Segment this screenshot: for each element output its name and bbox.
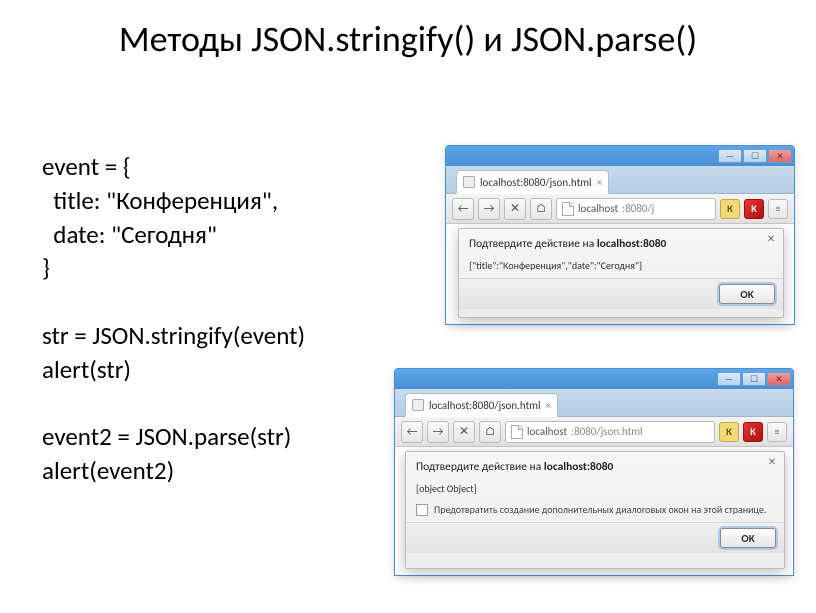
dialog-title: Подтвердите действие на localhost:8080 <box>406 452 784 476</box>
back-button[interactable]: ← <box>401 421 423 443</box>
tab-label: localhost:8080/json.html <box>480 176 592 189</box>
home-button[interactable]: ⌂ <box>530 198 552 220</box>
maximize-button[interactable]: ☐ <box>742 372 766 386</box>
address-bar[interactable]: localhost :8080/j <box>556 198 716 220</box>
tab-label: localhost:8080/json.html <box>429 399 541 412</box>
code-example: event = { title: "Конференция", date: "С… <box>42 150 305 488</box>
kaspersky-icon[interactable]: K <box>744 199 764 219</box>
tab-strip: localhost:8080/json.html × <box>395 389 793 417</box>
back-button[interactable]: ← <box>452 198 474 220</box>
dialog-close-icon[interactable]: ✕ <box>764 454 780 468</box>
page-favicon-icon <box>412 399 424 411</box>
close-button[interactable]: ✕ <box>768 149 792 163</box>
tab-close-icon[interactable]: × <box>597 176 602 189</box>
forward-button[interactable]: → <box>478 198 500 220</box>
window-titlebar: — ☐ ✕ <box>395 369 793 389</box>
menu-icon[interactable]: ≡ <box>767 422 787 442</box>
ok-button[interactable]: OK <box>719 284 775 304</box>
ok-button[interactable]: OK <box>720 528 776 548</box>
page-favicon-icon <box>463 176 475 188</box>
minimize-button[interactable]: — <box>717 372 741 386</box>
url-host: localhost <box>578 202 618 215</box>
dialog-footer: OK <box>459 278 783 309</box>
dialog-message: [object Object] <box>406 476 784 501</box>
stop-button[interactable]: ✕ <box>504 198 526 220</box>
page-icon <box>511 425 523 439</box>
address-bar[interactable]: localhost :8080/json.html <box>505 421 715 443</box>
kaspersky-icon[interactable]: K <box>743 422 763 442</box>
url-path: :8080/json.html <box>571 425 642 438</box>
dialog-title: Подтвердите действие на localhost:8080 <box>459 229 783 253</box>
close-button[interactable]: ✕ <box>767 372 791 386</box>
home-button[interactable]: ⌂ <box>479 421 501 443</box>
browser-tab[interactable]: localhost:8080/json.html × <box>456 170 609 194</box>
dialog-suppress-row: Предотвратить создание дополнительных ди… <box>406 501 784 522</box>
browser-toolbar: ← → ✕ ⌂ localhost :8080/j К K ≡ <box>446 194 794 224</box>
extension-k-icon[interactable]: К <box>720 199 740 219</box>
page-icon <box>562 202 574 216</box>
maximize-button[interactable]: ☐ <box>743 149 767 163</box>
forward-button[interactable]: → <box>427 421 449 443</box>
slide-title: Методы JSON.stringify() и JSON.parse() <box>0 0 816 71</box>
window-titlebar: — ☐ ✕ <box>446 146 794 166</box>
browser-toolbar: ← → ✕ ⌂ localhost :8080/json.html К K ≡ <box>395 417 793 447</box>
browser-window-2: — ☐ ✕ localhost:8080/json.html × ← → ✕ ⌂… <box>394 368 794 576</box>
alert-dialog: ✕ Подтвердите действие на localhost:8080… <box>405 451 785 569</box>
dialog-message: {"title":"Конференция","date":"Сегодня"} <box>459 253 783 278</box>
browser-window-1: — ☐ ✕ localhost:8080/json.html × ← → ✕ ⌂… <box>445 145 795 325</box>
dialog-footer: OK <box>406 522 784 553</box>
menu-icon[interactable]: ≡ <box>768 199 788 219</box>
dialog-close-icon[interactable]: ✕ <box>763 231 779 245</box>
url-host: localhost <box>527 425 567 438</box>
suppress-label: Предотвратить создание дополнительных ди… <box>434 503 766 516</box>
tab-close-icon[interactable]: × <box>546 399 551 412</box>
minimize-button[interactable]: — <box>718 149 742 163</box>
stop-button[interactable]: ✕ <box>453 421 475 443</box>
suppress-checkbox[interactable] <box>416 504 428 516</box>
url-path: :8080/j <box>622 202 654 215</box>
extension-k-icon[interactable]: К <box>719 422 739 442</box>
tab-strip: localhost:8080/json.html × <box>446 166 794 194</box>
browser-tab[interactable]: localhost:8080/json.html × <box>405 393 558 417</box>
alert-dialog: ✕ Подтвердите действие на localhost:8080… <box>458 228 784 318</box>
